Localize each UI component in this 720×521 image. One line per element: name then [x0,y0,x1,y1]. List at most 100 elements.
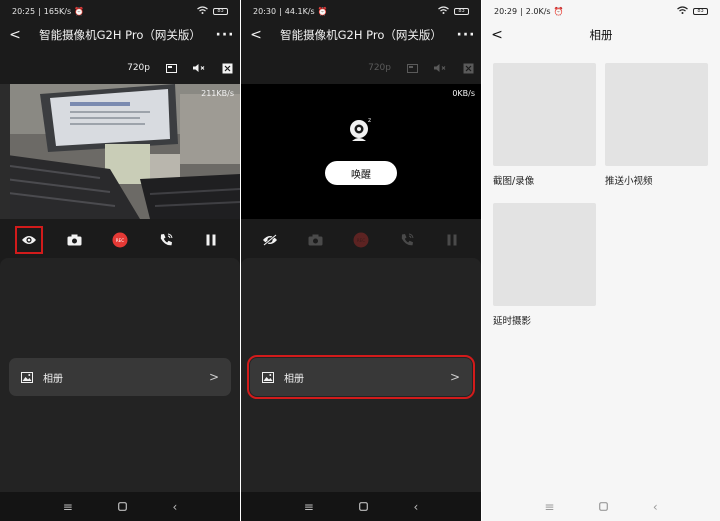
page-title: 相册 [589,28,613,42]
alarm-icon: ⏰ [74,6,85,16]
page-title: 智能摄像机G2H Pro（网关版） [280,28,442,42]
alarm-icon: ⏰ [553,6,564,16]
sleeping-video-area: 0KB/s z [241,84,481,219]
camera-icon [67,234,82,246]
expand-icon[interactable] [220,61,234,75]
album-entry[interactable]: 相册 > [9,358,231,396]
album-label: 相册 [43,373,63,385]
home-icon[interactable] [599,500,609,514]
status-time: 20:30 [253,6,277,16]
album-label: 相册 [284,373,304,385]
nav-back-icon[interactable]: ‹ [653,500,658,514]
battery-icon: 83 [454,7,469,15]
pause-icon [447,234,457,246]
status-separator: | [279,6,282,16]
title-bar: < 相册 [482,24,720,46]
eye-icon [21,236,36,244]
title-bar: < 智能摄像机G2H Pro（网关版） ··· [241,24,481,46]
camera-icon [308,234,323,246]
eye-toggle-button[interactable] [257,227,283,253]
page-title: 智能摄像机G2H Pro（网关版） [39,28,201,42]
title-bar: < 智能摄像机G2H Pro（网关版） ··· [0,24,240,46]
album-tile-timelapse[interactable] [493,203,596,306]
screenshot-composite: 20:25 | 165K/s ⏰ 83 < 智能摄像机G2H Pro（网关版） … [0,0,720,521]
mute-icon[interactable] [192,61,206,75]
fullscreen-mode-icon[interactable] [164,61,178,75]
mute-icon[interactable] [433,61,447,75]
screenshot-button[interactable] [61,227,87,253]
camera-controls: REC [241,226,481,254]
more-icon[interactable]: ··· [451,27,481,43]
status-bar: 20:25 | 165K/s ⏰ 83 [0,0,240,22]
alarm-icon: ⏰ [317,6,328,16]
album-entry[interactable]: 相册 > [247,355,475,399]
wake-button[interactable]: 唤醒 [325,161,397,185]
album-tile-screenshots[interactable] [493,63,596,166]
back-icon[interactable]: < [0,27,30,43]
status-net-speed: 2.0K/s [525,6,551,16]
record-button[interactable]: REC [348,227,374,253]
pause-button[interactable] [439,227,465,253]
video-toolbar: 720p [241,58,481,78]
chevron-right-icon: > [208,370,219,384]
album-tile-label: 推送小视频 [605,176,653,187]
battery-icon: 83 [693,7,708,15]
rec-text: REC [357,238,366,243]
status-separator: | [520,6,523,16]
system-nav-bar: ≡ ‹ [0,492,240,521]
album-tile-push-videos[interactable] [605,63,708,166]
call-button[interactable] [153,227,179,253]
fullscreen-mode-icon[interactable] [405,61,419,75]
phone-icon [160,233,173,246]
bitrate-readout: 0KB/s [452,89,475,98]
nav-back-icon[interactable]: ‹ [173,500,178,514]
call-button[interactable] [394,227,420,253]
system-nav-bar: ≡ ‹ [482,492,720,521]
wifi-icon [197,6,208,16]
pause-button[interactable] [198,227,224,253]
eye-off-icon [262,234,277,246]
chevron-right-icon: > [449,370,460,384]
menu-icon[interactable]: ≡ [544,500,554,514]
status-time: 20:25 [12,6,36,16]
status-net-speed: 44.1K/s [284,6,315,16]
live-video-feed[interactable]: 211KB/s [0,84,240,219]
sleep-view-screen: 20:30 | 44.1K/s ⏰ 83 < 智能摄像机G2H Pro（网关版）… [241,0,481,521]
bitrate-readout: 211KB/s [201,89,234,98]
sleeping-camera-icon: z [350,117,371,141]
wifi-icon [677,6,688,16]
video-frame-image [0,84,240,219]
home-icon[interactable] [359,500,369,514]
wifi-icon [438,6,449,16]
back-icon[interactable]: < [482,27,512,43]
phone-icon [401,233,414,246]
system-nav-bar: ≡ ‹ [241,492,481,521]
rec-icon: REC [112,232,128,248]
menu-icon[interactable]: ≡ [63,500,73,514]
image-icon [21,371,33,383]
back-icon[interactable]: < [241,27,271,43]
eye-toggle-button[interactable] [14,226,43,254]
album-tile-label: 截图/录像 [493,176,535,187]
menu-icon[interactable]: ≡ [304,500,314,514]
quality-button[interactable]: 720p [368,63,391,73]
camera-controls: REC [0,226,240,254]
quality-button[interactable]: 720p [127,63,150,73]
status-net-speed: 165K/s [43,6,72,16]
status-bar: 20:30 | 44.1K/s ⏰ 83 [241,0,481,22]
album-tile-label: 延时摄影 [493,316,532,327]
more-icon[interactable]: ··· [210,27,240,43]
live-view-screen: 20:25 | 165K/s ⏰ 83 < 智能摄像机G2H Pro（网关版） … [0,0,240,521]
album-screen: 20:29 | 2.0K/s ⏰ 83 < 相册 截图/录像 推送小视频 延时摄… [482,0,720,521]
svg-text:z: z [368,117,371,124]
record-button[interactable]: REC [107,227,133,253]
video-toolbar: 720p [0,58,240,78]
expand-icon[interactable] [461,61,475,75]
rec-text: REC [116,238,125,243]
screenshot-button[interactable] [302,227,328,253]
status-bar: 20:29 | 2.0K/s ⏰ 83 [482,0,720,22]
home-icon[interactable] [118,500,128,514]
nav-back-icon[interactable]: ‹ [414,500,419,514]
rec-icon: REC [353,232,369,248]
pause-icon [206,234,216,246]
